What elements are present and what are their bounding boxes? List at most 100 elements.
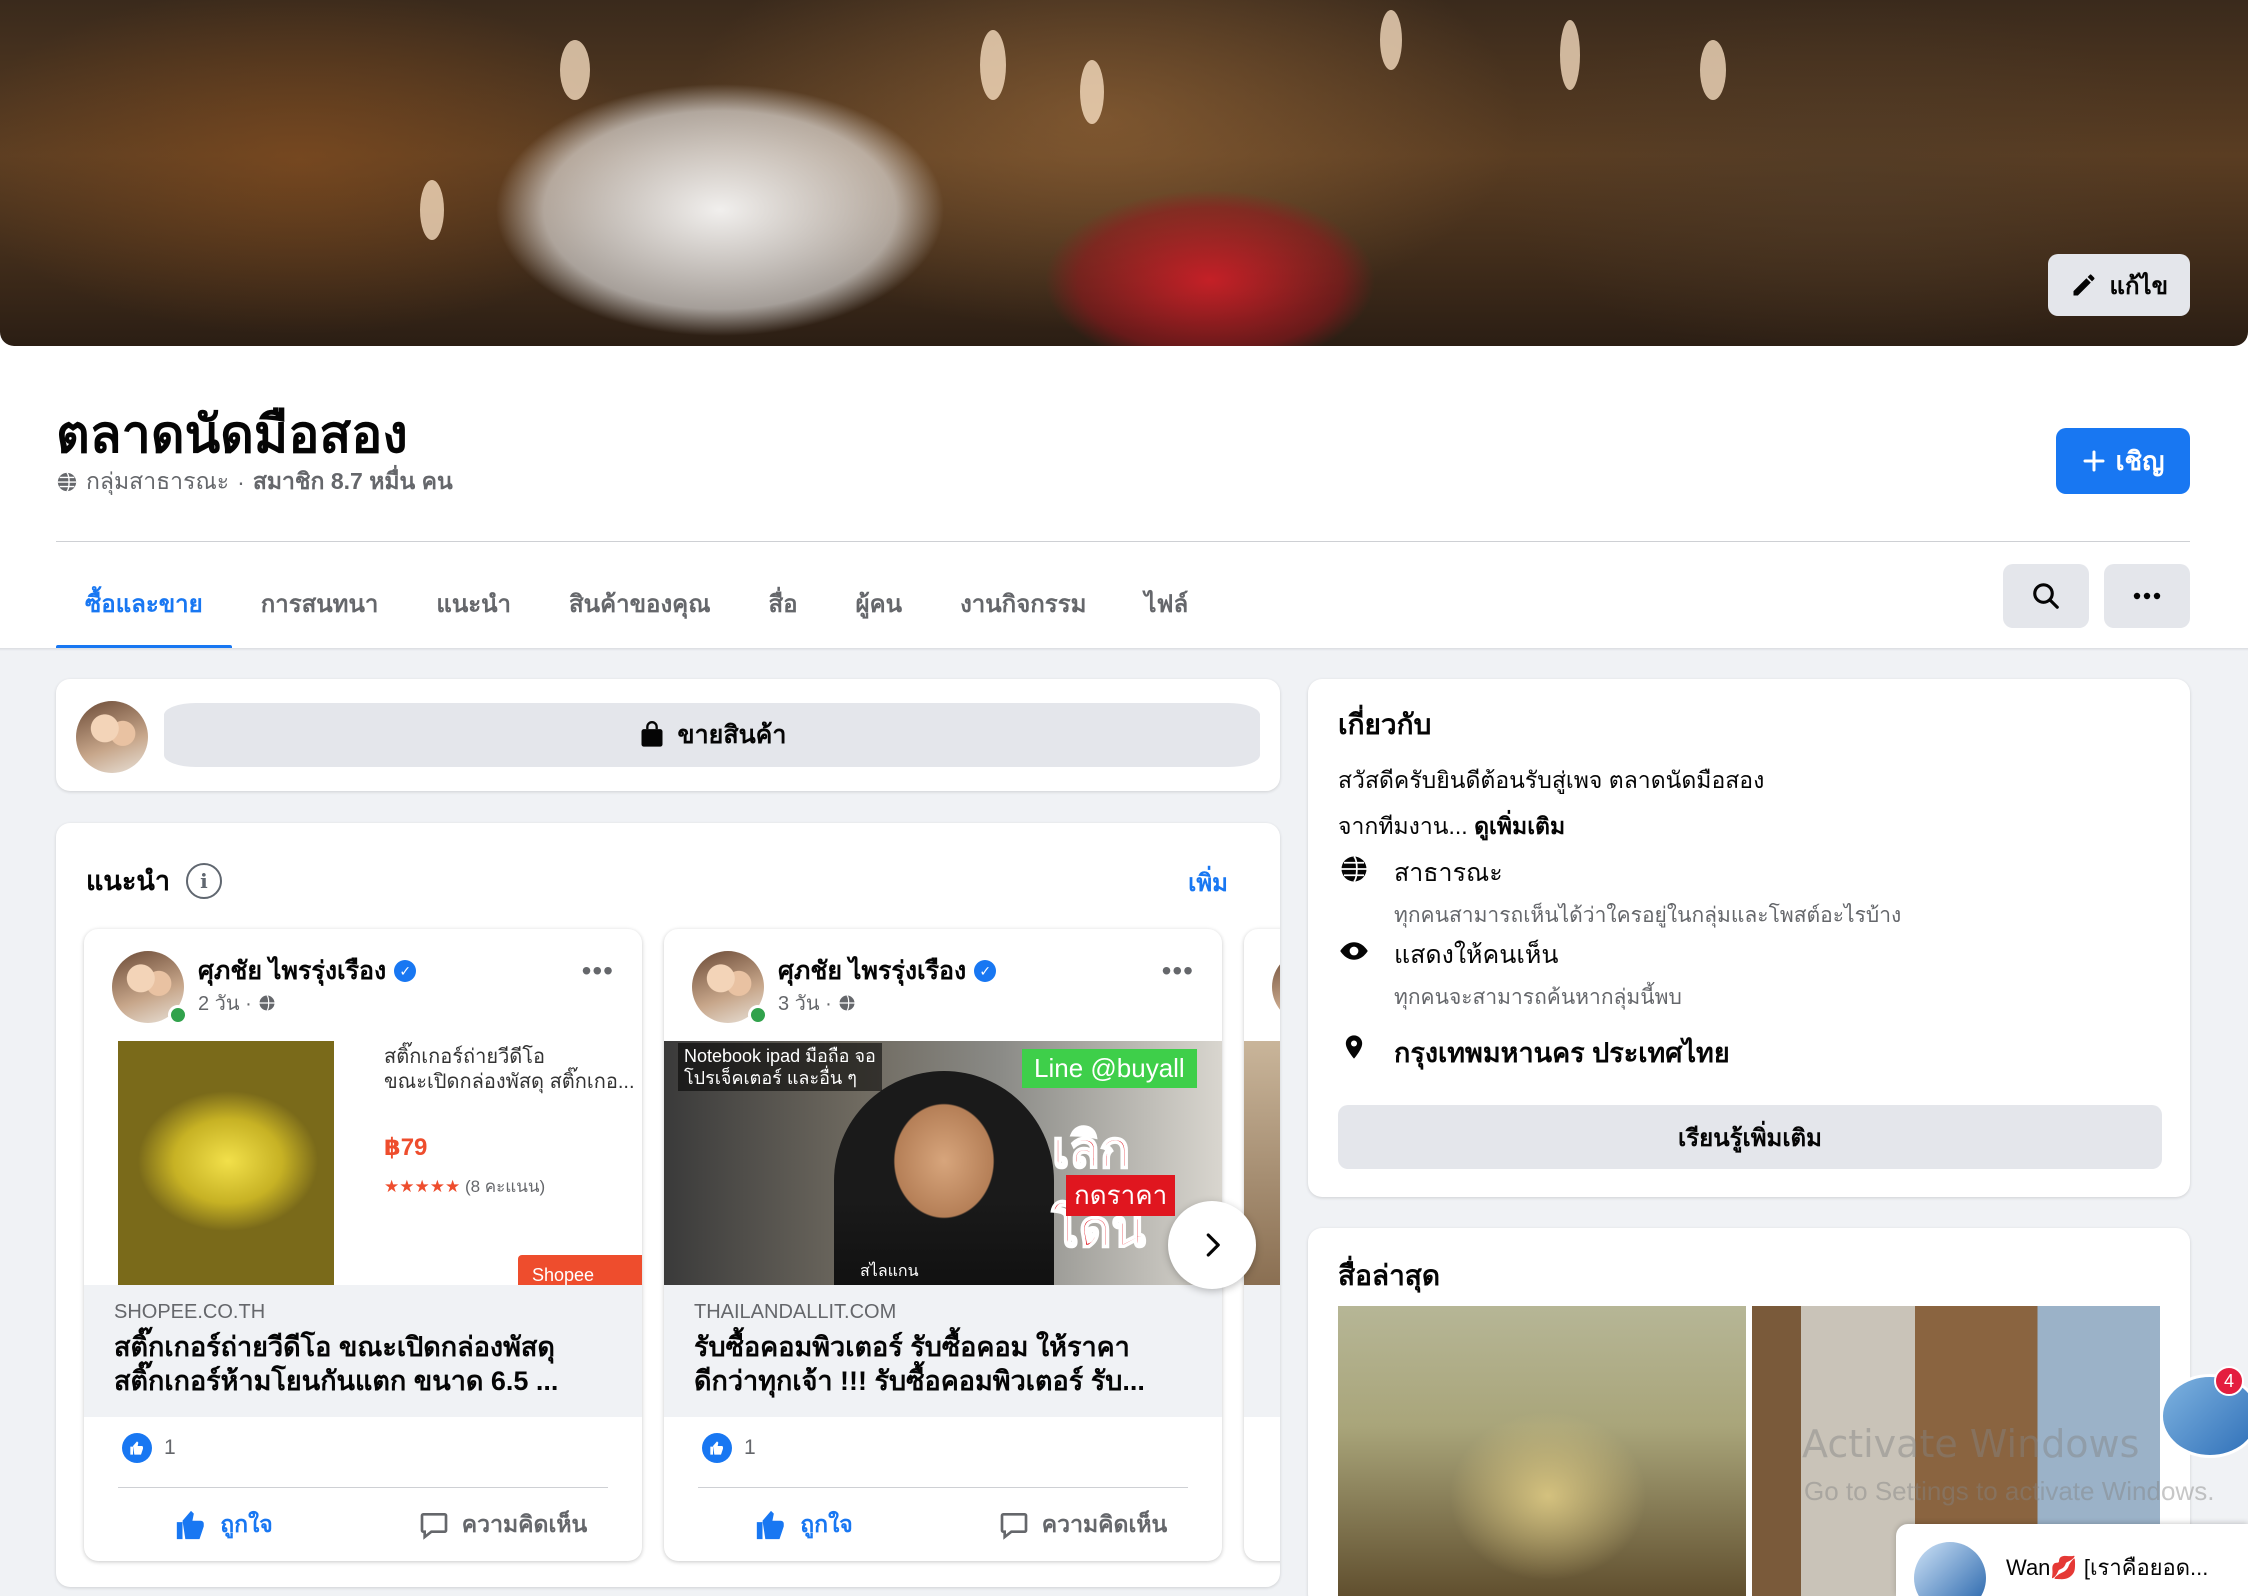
like-reaction-icon	[702, 1433, 732, 1463]
reaction-summary[interactable]: 1	[122, 1433, 176, 1463]
globe-icon	[57, 472, 77, 492]
edit-cover-button[interactable]: แก้ไข	[2047, 254, 2190, 316]
invite-button[interactable]: เชิญ	[2056, 428, 2190, 494]
verified-badge-icon: ✓	[394, 960, 417, 982]
about-location: กรุงเทพมหานคร ประเทศไทย	[1338, 1031, 1730, 1074]
group-privacy[interactable]: กลุ่มสาธารณะ	[86, 464, 229, 500]
link-title: สติ๊กเกอร์ถ่ายวีดีโอ ขณะเปิดกล่องพัสดุ ส…	[114, 1332, 559, 1396]
like-reaction-icon	[122, 1433, 152, 1463]
like-count: 1	[164, 1436, 176, 1459]
pencil-icon	[2073, 274, 2095, 296]
tab-discussion[interactable]: การสนทนา	[232, 556, 408, 650]
media-bottom-text: สไลแกน	[860, 1263, 919, 1280]
unread-badge: 4	[2214, 1366, 2244, 1396]
comment-label: ความคิดเห็น	[461, 1511, 588, 1537]
chat-preview[interactable]: Wan💋 [เราคือยอด...	[1896, 1524, 2248, 1596]
comment-button[interactable]: ความคิดเห็น	[363, 1495, 642, 1555]
group-meta: กลุ่มสาธารณะ · สมาชิก 8.7 หมื่น คน	[56, 464, 453, 500]
link-title: รับซื้อคอมพิวเตอร์ รับซื้อคอม ให้ราคา ดี…	[694, 1332, 1145, 1396]
comment-button[interactable]: ความคิดเห็น	[943, 1495, 1222, 1555]
featured-title: แนะนำ	[86, 866, 170, 896]
like-button[interactable]: ถูกใจ	[664, 1495, 943, 1555]
link-preview-image[interactable]: สติ๊กเกอร์ถ่ายวีดีโอ ขณะเปิดกล่องพัสดุ ส…	[84, 1041, 642, 1285]
like-label: ถูกใจ	[800, 1511, 853, 1537]
group-members[interactable]: สมาชิก 8.7 หมื่น คน	[253, 464, 453, 500]
comment-icon	[420, 1513, 448, 1540]
link-preview[interactable]	[1244, 1285, 1280, 1417]
about-see-more-link[interactable]: ดูเพิ่มเติม	[1474, 813, 1565, 839]
sell-item-label: ขายสินค้า	[677, 721, 787, 749]
chat-contact-avatar	[1914, 1542, 1986, 1596]
tab-files[interactable]: ไฟล์	[1115, 556, 1217, 650]
online-status-icon	[168, 1005, 188, 1025]
post-time-text: 3 วัน ·	[778, 993, 832, 1015]
post-divider	[118, 1487, 608, 1488]
more-options-button[interactable]	[2104, 564, 2190, 628]
tab-your-items[interactable]: สินค้าของคุณ	[540, 556, 739, 650]
user-avatar[interactable]	[76, 701, 148, 773]
about-more: จากทีมงาน... ดูเพิ่มเติม	[1338, 809, 1565, 845]
post-author-avatar[interactable]	[1272, 951, 1280, 1023]
tab-people[interactable]: ผู้คน	[827, 556, 932, 650]
location-text[interactable]: กรุงเทพมหานคร ประเทศไทย	[1394, 1031, 1730, 1074]
location-pin-icon	[1345, 1035, 1363, 1059]
tab-media[interactable]: สื่อ	[739, 556, 826, 650]
about-from-team: จากทีมงาน...	[1338, 813, 1468, 839]
info-icon[interactable]: i	[185, 862, 222, 899]
like-count: 1	[744, 1436, 756, 1459]
post-author[interactable]: ศุภชัย ไพรรุ่งเรือง ✓	[778, 951, 997, 991]
person-photo	[834, 1071, 1054, 1285]
tab-events[interactable]: งานกิจกรรม	[931, 556, 1115, 650]
group-tabs: ซื้อและขาย การสนทนา แนะนำ สินค้าของคุณ ส…	[56, 556, 1217, 650]
verified-badge-icon: ✓	[974, 960, 997, 982]
plus-icon	[2083, 450, 2105, 472]
about-title: เกี่ยวกับ	[1338, 709, 1432, 740]
media-thumbnail[interactable]	[1338, 1306, 1746, 1596]
post-actions: ถูกใจ ความคิดเห็น	[84, 1495, 642, 1555]
post-time-text: 2 วัน ·	[198, 993, 252, 1015]
like-label: ถูกใจ	[220, 1511, 273, 1537]
post-more-icon[interactable]: •••	[1162, 955, 1194, 987]
carousel-next-button[interactable]	[1168, 1201, 1256, 1289]
comment-icon	[1000, 1513, 1028, 1540]
about-visibility: แสดงให้คนเห็น ทุกคนจะสามารถค้นหากลุ่มนี้…	[1338, 935, 1682, 1014]
featured-see-more-link[interactable]: เพิ่ม	[1188, 863, 1228, 902]
like-button[interactable]: ถูกใจ	[84, 1495, 363, 1555]
reaction-summary[interactable]: 1	[702, 1433, 756, 1463]
link-preview[interactable]: SHOPEE.CO.TH สติ๊กเกอร์ถ่ายวีดีโอ ขณะเปิ…	[84, 1285, 642, 1417]
post-author[interactable]: ศุภชัย ไพรรุ่งเรือง ✓	[198, 951, 417, 991]
link-preview[interactable]: THAILANDALLIT.COM รับซื้อคอมพิวเตอร์ รับ…	[664, 1285, 1222, 1417]
globe-icon	[1341, 855, 1367, 883]
post-author-name: ศุภชัย ไพรรุ่งเรือง	[778, 957, 967, 985]
featured-post[interactable]: ศุภชัย ไพรรุ่งเรือง ✓ 2 วัน · ••• สติ๊กเ…	[84, 929, 642, 1561]
chevron-right-icon	[1206, 1233, 1220, 1257]
about-privacy: สาธารณะ ทุกคนสามารถเห็นได้ว่าใครอยู่ในกล…	[1338, 853, 1901, 932]
group-name[interactable]: ตลาดนัดมือสอง	[56, 392, 408, 475]
learn-more-button[interactable]: เรียนรู้เพิ่มเติม	[1338, 1105, 2162, 1169]
post-timestamp[interactable]: 2 วัน ·	[198, 987, 276, 1019]
link-preview-image[interactable]: Notebook ipad มือถือ จอ โปรเจ็คเตอร์ และ…	[664, 1041, 1222, 1285]
search-icon	[2033, 583, 2059, 609]
invite-label: เชิญ	[2115, 445, 2165, 476]
post-timestamp[interactable]: 3 วัน ·	[778, 987, 856, 1019]
recent-media-title: สื่อล่าสุด	[1338, 1260, 1441, 1291]
tab-featured[interactable]: แนะนำ	[407, 556, 540, 650]
visibility-title: แสดงให้คนเห็น	[1394, 941, 1559, 969]
search-group-button[interactable]	[2003, 564, 2089, 628]
activate-windows-hint: Go to Settings to activate Windows.	[1804, 1476, 2215, 1506]
sell-item-button[interactable]: ขายสินค้า	[164, 703, 1260, 767]
post-more-icon[interactable]: •••	[582, 955, 614, 987]
about-section: เกี่ยวกับ สวัสดีครับยินดีต้อนรับสู่เพจ ต…	[1308, 679, 2190, 1197]
thumbs-up-icon	[177, 1510, 204, 1540]
privacy-desc: ทุกคนสามารถเห็นได้ว่าใครอยู่ในกลุ่มและโพ…	[1394, 904, 1902, 927]
post-divider	[698, 1487, 1188, 1488]
globe-icon	[839, 995, 855, 1011]
featured-section: แนะนำ i เพิ่ม ศุภชัย ไพรรุ่งเรือง ✓ 2 วั…	[56, 823, 1280, 1587]
tab-buy-sell[interactable]: ซื้อและขาย	[56, 556, 232, 650]
comment-label: ความคิดเห็น	[1041, 1511, 1168, 1537]
media-overlay-text: Notebook ipad มือถือ จอ โปรเจ็คเตอร์ และ…	[678, 1043, 882, 1091]
eye-icon	[1340, 942, 1368, 960]
group-header: แก้ไข ตลาดนัดมือสอง กลุ่มสาธารณะ · สมาชิ…	[0, 0, 2248, 650]
featured-post[interactable]: ศุภชัย ไพรรุ่งเรือง ✓ 3 วัน · ••• Notebo…	[664, 929, 1222, 1561]
link-domain: SHOPEE.CO.TH	[114, 1301, 266, 1323]
